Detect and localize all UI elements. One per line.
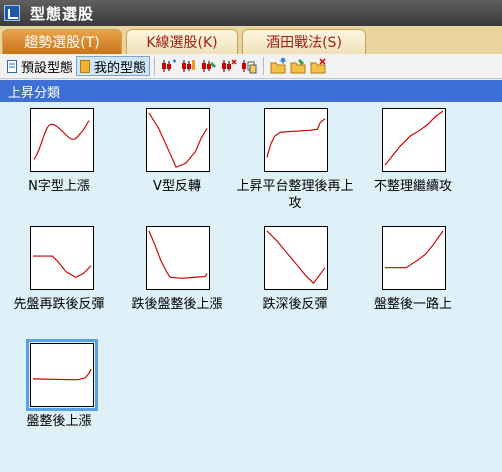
pattern-thumbnail-deep-fall-rebound[interactable] [264, 226, 328, 290]
pattern-label: 跌後盤整後上漲 [131, 297, 223, 312]
pattern-label: 上昇平台整理後再上攻 [236, 179, 354, 211]
add-candle-icon[interactable] [161, 58, 177, 74]
edit-candle-icon[interactable] [181, 58, 197, 74]
copy-candle-icon[interactable] [241, 58, 257, 74]
preset-patterns-label: 預設型態 [21, 60, 74, 76]
title-bar: 型態選股 [0, 0, 502, 26]
delete-folder-icon[interactable] [310, 58, 326, 74]
window-title: 型態選股 [30, 4, 95, 23]
pattern-grid: N字型上漲 V型反轉 上昇平台整理後再上攻 不整理繼續攻 先盤再跌後反彈 跌後盤… [0, 102, 502, 472]
pattern-label: 盤整後一路上 [373, 297, 452, 312]
tab-bar: 趨勢選股(T) K線選股(K) 酒田戰法(S) [0, 26, 502, 54]
my-patterns-label: 我的型態 [94, 60, 147, 76]
n-shape-rise-curve [33, 120, 90, 160]
pattern-thumbnail-consolidate-climb[interactable] [382, 226, 446, 290]
pattern-label: 盤整後上漲 [26, 414, 92, 429]
fall-consolidate-rise-curve [148, 230, 208, 279]
delete-candle-icon[interactable] [221, 58, 237, 74]
pattern-thumbnail-no-consolidation[interactable] [382, 108, 446, 172]
pattern-thumbnail-fall-rebound[interactable] [30, 226, 94, 290]
pattern-label: 先盤再跌後反彈 [13, 297, 105, 312]
document-icon [7, 59, 17, 73]
deep-fall-rebound-curve [266, 230, 326, 285]
rename-candle-icon[interactable] [201, 58, 217, 74]
preset-patterns-button[interactable]: 預設型態 [4, 56, 76, 76]
pattern-thumbnail-platform-rise[interactable] [264, 108, 328, 172]
toolbar-separator [154, 57, 156, 75]
edit-folder-icon[interactable] [290, 58, 306, 74]
consolidate-climb-curve [384, 230, 444, 269]
fall-rebound-curve [32, 255, 92, 279]
pattern-label: 跌深後反彈 [262, 297, 328, 312]
pattern-thumbnail-n-shape-rise[interactable] [30, 108, 94, 172]
folder-icon [80, 59, 91, 73]
pattern-thumbnail-fall-consolidate-rise[interactable] [146, 226, 210, 290]
section-header: 上昇分類 [0, 80, 502, 102]
pattern-label: V型反轉 [153, 179, 201, 194]
tab-trend[interactable]: 趨勢選股(T) [2, 29, 122, 54]
toolbar-separator [263, 57, 265, 75]
v-reversal-curve [148, 112, 208, 168]
no-consolidation-curve [384, 110, 444, 166]
add-folder-icon[interactable] [270, 58, 286, 74]
pattern-label: 不整理繼續攻 [373, 179, 452, 194]
app-icon [4, 5, 20, 21]
tab-sakata[interactable]: 酒田戰法(S) [242, 29, 366, 54]
consolidate-rise-curve [32, 368, 92, 381]
tab-candlestick[interactable]: K線選股(K) [126, 29, 238, 54]
pattern-thumbnail-v-reversal[interactable] [146, 108, 210, 172]
my-patterns-button[interactable]: 我的型態 [76, 56, 151, 76]
platform-rise-curve [266, 118, 326, 158]
pattern-label: N字型上漲 [28, 179, 90, 194]
toolbar: 預設型態 我的型態 [0, 54, 502, 79]
pattern-thumbnail-consolidate-rise[interactable] [26, 339, 98, 411]
